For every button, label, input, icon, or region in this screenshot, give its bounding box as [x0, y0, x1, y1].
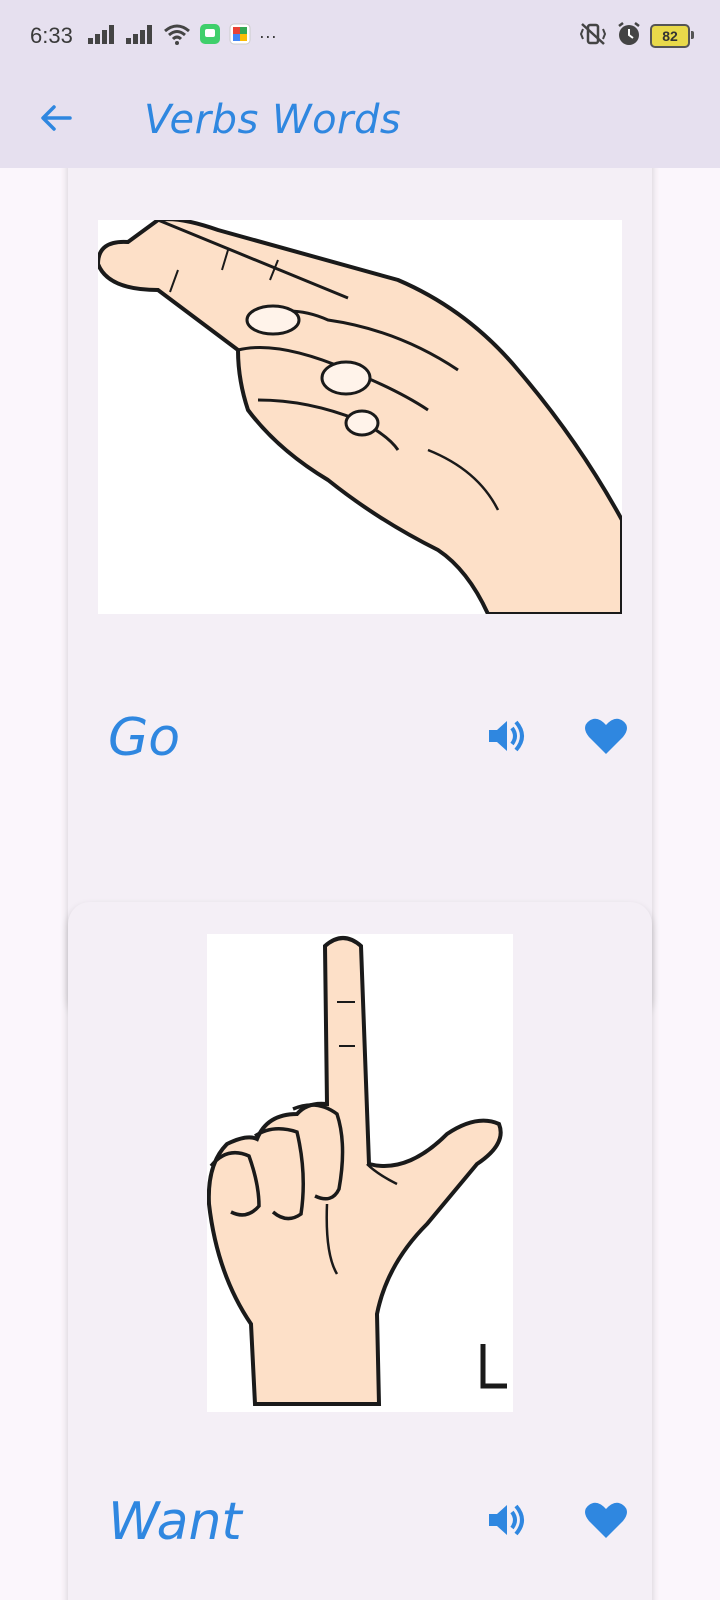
status-right: 82 — [578, 21, 694, 52]
battery-icon: 82 — [650, 24, 694, 48]
sign-image — [207, 934, 513, 1412]
app-bar: Verbs Words — [0, 72, 720, 168]
speaker-icon — [486, 1500, 526, 1544]
speak-button[interactable] — [484, 1500, 528, 1544]
word-label: Want — [108, 1492, 242, 1552]
chat-app-icon — [199, 23, 221, 50]
speak-button[interactable] — [484, 716, 528, 760]
word-list[interactable]: Go Want — [0, 168, 720, 1600]
alarm-icon — [616, 21, 642, 52]
vibrate-icon — [578, 22, 608, 51]
word-label: Go — [108, 708, 181, 768]
card-actions — [484, 1500, 628, 1544]
favorite-button[interactable] — [584, 716, 628, 760]
more-notifications: ··· — [258, 25, 277, 46]
arrow-left-icon — [38, 100, 74, 140]
status-bar: 6:33 ··· 82 — [0, 0, 720, 72]
status-left: 6:33 ··· — [30, 23, 277, 50]
word-card[interactable]: Go — [68, 168, 652, 1016]
signal-icon — [87, 24, 117, 49]
word-card[interactable]: Want — [68, 902, 652, 1600]
puzzle-app-icon — [229, 23, 251, 50]
sign-image — [98, 220, 622, 614]
status-time: 6:33 — [30, 23, 73, 48]
page-title: Verbs Words — [144, 97, 402, 143]
speaker-icon — [486, 716, 526, 760]
hand-sign-go-illustration — [98, 220, 622, 614]
hand-sign-want-illustration — [207, 936, 507, 1406]
wifi-icon — [163, 23, 191, 50]
favorite-button[interactable] — [584, 1500, 628, 1544]
card-actions — [484, 716, 628, 760]
signal-icon — [125, 24, 155, 49]
heart-icon — [585, 1501, 627, 1543]
heart-icon — [585, 717, 627, 759]
back-button[interactable] — [28, 92, 84, 148]
